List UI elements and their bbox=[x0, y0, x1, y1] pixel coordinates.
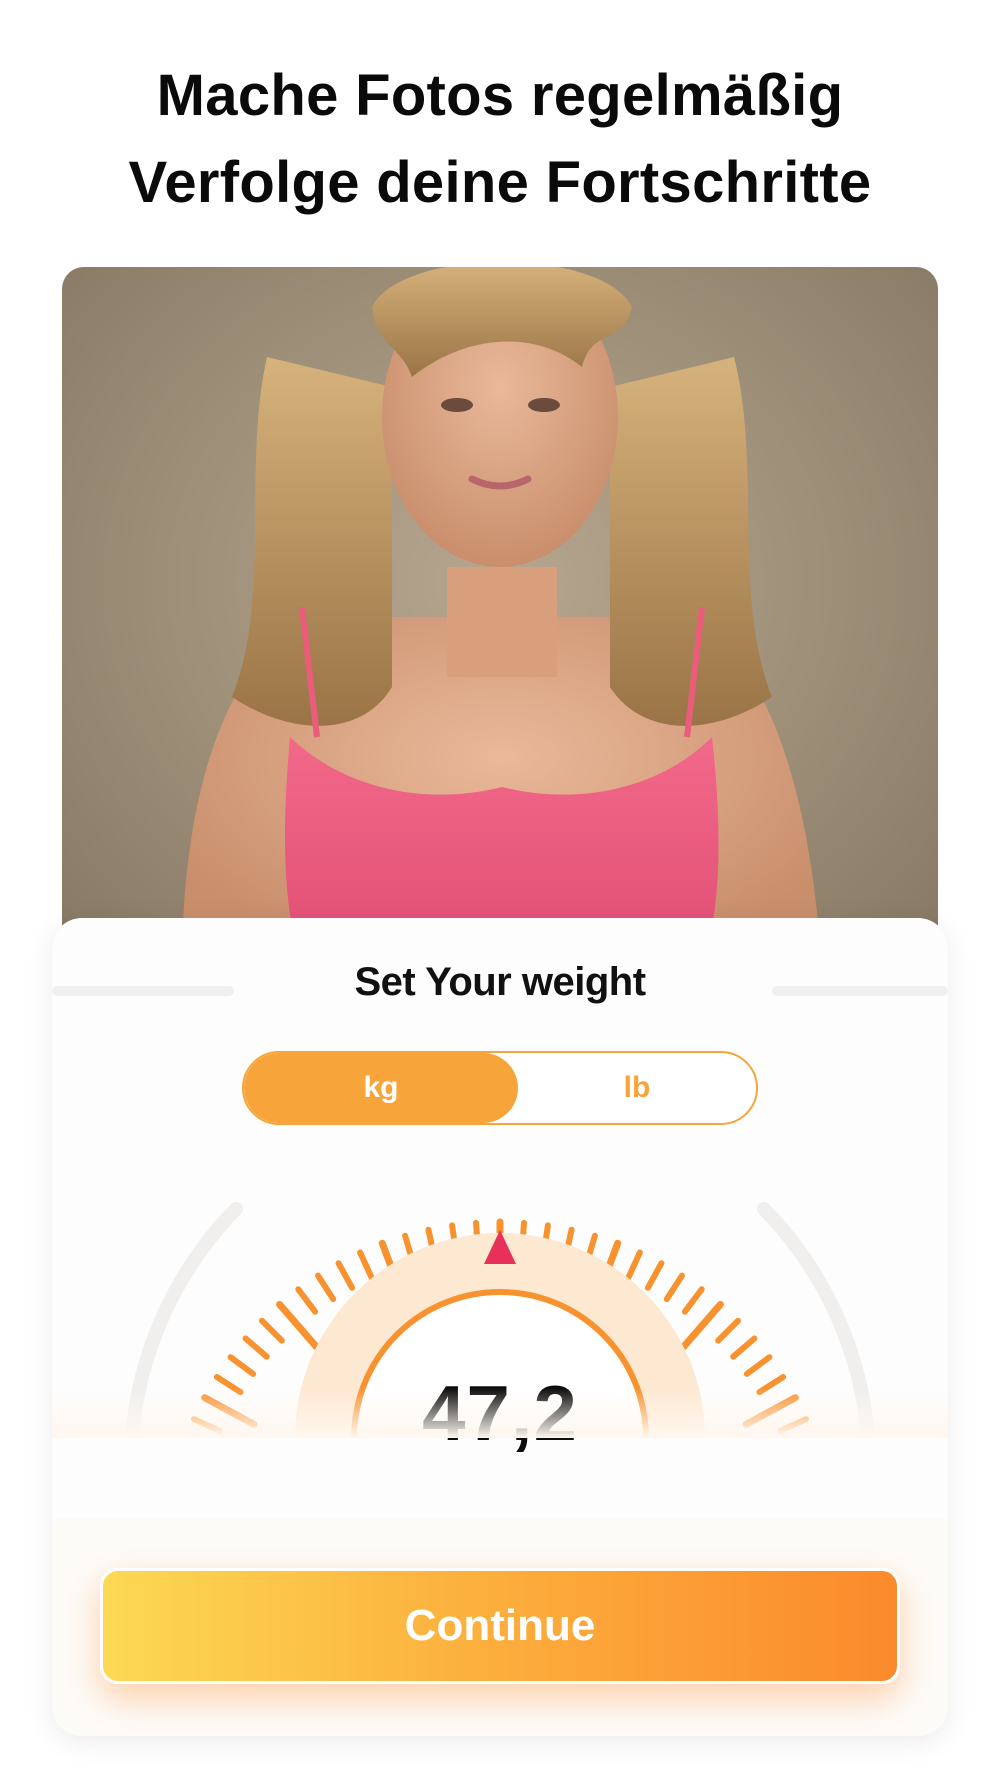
dial-tick bbox=[663, 1272, 685, 1303]
dial-tick bbox=[295, 1286, 319, 1315]
dial-tick bbox=[357, 1249, 375, 1281]
dial-tick bbox=[259, 1317, 285, 1344]
headline-line-2: Verfolge deine Fortschritte bbox=[128, 150, 872, 215]
dial-tick bbox=[681, 1286, 705, 1315]
unit-option-lb[interactable]: lb bbox=[518, 1053, 756, 1123]
dial-fade bbox=[52, 1388, 948, 1438]
unit-option-kg[interactable]: kg bbox=[244, 1053, 518, 1123]
headline-line-1: Mache Fotos regelmäßig bbox=[156, 63, 844, 128]
dial-tick bbox=[315, 1272, 337, 1303]
dial-tick bbox=[730, 1335, 758, 1360]
progress-photo bbox=[62, 267, 938, 967]
weight-card-title: Set Your weight bbox=[354, 960, 646, 1004]
dial-tick bbox=[715, 1317, 741, 1344]
dial-tick bbox=[644, 1260, 665, 1291]
unit-toggle[interactable]: kg lb bbox=[242, 1051, 758, 1125]
dial-tick bbox=[335, 1260, 356, 1291]
weight-card: Set Your weight kg lb 47,2 Continue bbox=[52, 918, 948, 1736]
continue-button[interactable]: Continue bbox=[100, 1568, 900, 1684]
title-divider-right bbox=[772, 986, 948, 996]
dial-tick bbox=[242, 1335, 270, 1360]
dial-tick bbox=[625, 1249, 643, 1281]
woman-in-pink-top-illustration bbox=[182, 267, 822, 967]
headline: Mache Fotos regelmäßig Verfolge deine Fo… bbox=[0, 52, 1000, 226]
